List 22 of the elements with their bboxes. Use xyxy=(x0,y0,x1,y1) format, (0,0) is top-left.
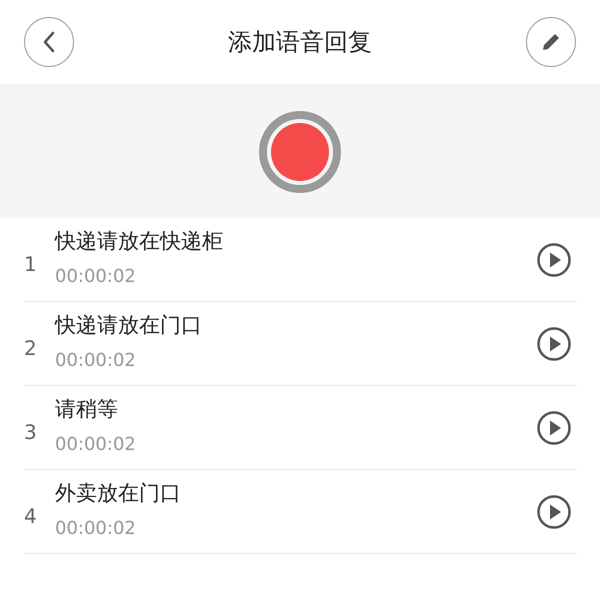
edit-button[interactable] xyxy=(526,17,576,67)
recording-duration: 00:00:02 xyxy=(55,348,137,373)
back-icon xyxy=(41,30,57,54)
row-number: 2 xyxy=(24,334,38,362)
recording-title: 快递请放在门口 xyxy=(55,313,203,339)
page-title: 添加语音回复 xyxy=(228,27,372,58)
play-button[interactable] xyxy=(536,410,572,446)
recording-title: 请稍等 xyxy=(55,397,119,423)
recording-duration: 00:00:02 xyxy=(55,516,137,541)
row-number: 3 xyxy=(24,418,38,446)
record-button[interactable] xyxy=(258,110,342,194)
play-button[interactable] xyxy=(536,242,572,278)
recording-title: 快递请放在快递柜 xyxy=(55,229,224,255)
pencil-icon xyxy=(540,31,562,53)
row-number: 1 xyxy=(24,250,38,278)
recording-title: 外卖放在门口 xyxy=(55,481,182,507)
back-button[interactable] xyxy=(24,17,74,67)
play-button[interactable] xyxy=(536,326,572,362)
play-button[interactable] xyxy=(536,494,572,530)
recording-duration: 00:00:02 xyxy=(55,264,137,289)
row-number: 4 xyxy=(24,502,38,530)
recording-duration: 00:00:02 xyxy=(55,432,137,457)
